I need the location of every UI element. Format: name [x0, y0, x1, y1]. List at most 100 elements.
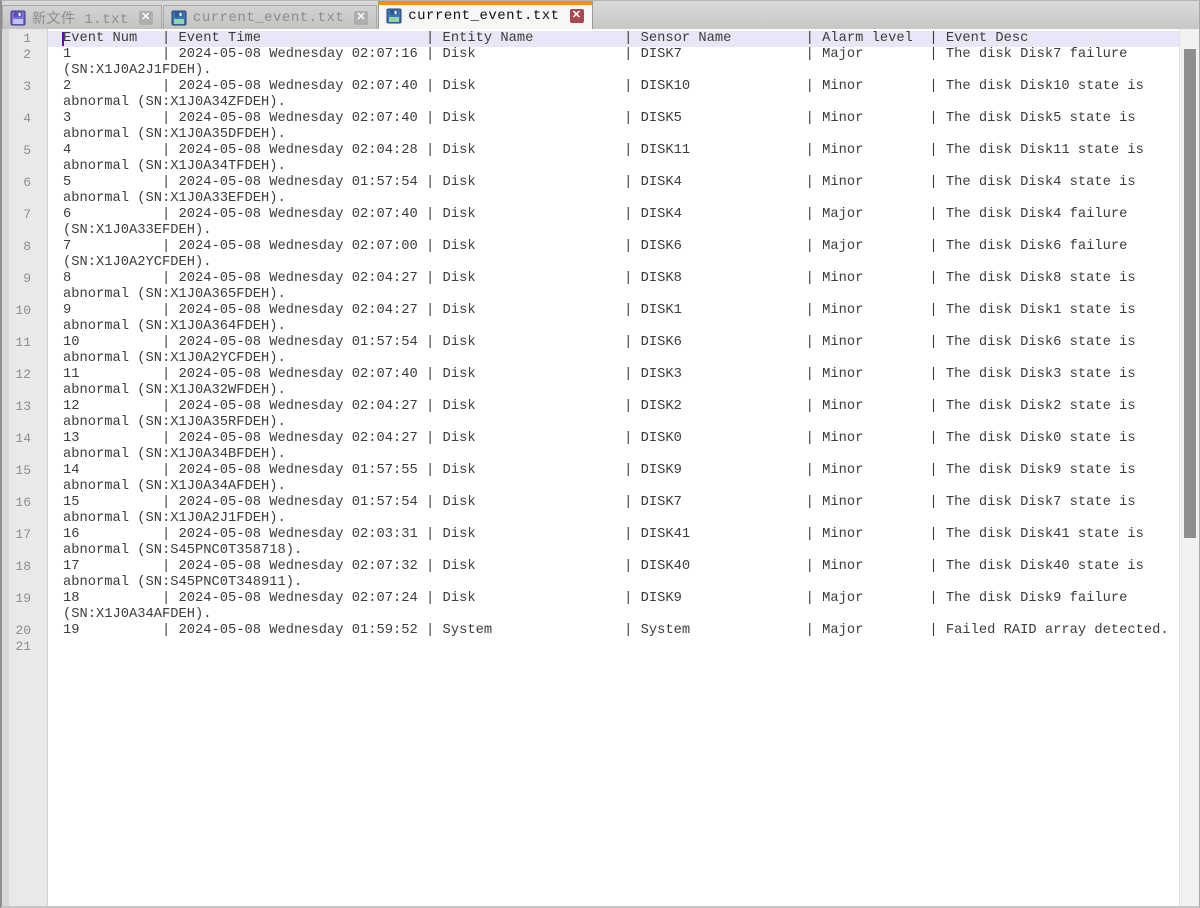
line-number: 3: [2, 79, 48, 111]
floppy-saved-icon: [171, 10, 187, 26]
tab-title: current_event.txt: [408, 8, 559, 24]
line-text: 10 | 2024-05-08 Wednesday 01:57:54 | Dis…: [63, 335, 1177, 367]
editor-lines: 1 Event Num | Event Time | Entity Name | …: [2, 31, 1179, 655]
editor-line[interactable]: 7 6 | 2024-05-08 Wednesday 02:07:40 | Dis…: [2, 207, 1179, 239]
line-text: 6 | 2024-05-08 Wednesday 02:07:40 | Disk…: [63, 207, 1177, 239]
close-icon[interactable]: ✕: [570, 9, 584, 23]
line-text: 1 | 2024-05-08 Wednesday 02:07:16 | Disk…: [63, 47, 1177, 79]
line-number: 2: [2, 47, 48, 79]
editor-line[interactable]: 2 1 | 2024-05-08 Wednesday 02:07:16 | Dis…: [2, 47, 1179, 79]
line-text: 4 | 2024-05-08 Wednesday 02:04:28 | Disk…: [63, 143, 1177, 175]
editor-line[interactable]: 1 Event Num | Event Time | Entity Name | …: [2, 31, 1179, 47]
line-number: 17: [2, 527, 48, 559]
line-text-wrap: 11 | 2024-05-08 Wednesday 02:07:40 | Dis…: [48, 367, 1179, 399]
line-text-wrap: 4 | 2024-05-08 Wednesday 02:04:28 | Disk…: [48, 143, 1179, 175]
editor-line[interactable]: 17 16 | 2024-05-08 Wednesday 02:03:31 | D…: [2, 527, 1179, 559]
line-text: 8 | 2024-05-08 Wednesday 02:04:27 | Disk…: [63, 271, 1177, 303]
line-text: 18 | 2024-05-08 Wednesday 02:07:24 | Dis…: [63, 591, 1177, 623]
line-text: 19 | 2024-05-08 Wednesday 01:59:52 | Sys…: [63, 623, 1177, 639]
line-text: 17 | 2024-05-08 Wednesday 02:07:32 | Dis…: [63, 559, 1177, 591]
editor-line[interactable]: 15 14 | 2024-05-08 Wednesday 01:57:55 | D…: [2, 463, 1179, 495]
line-number: 4: [2, 111, 48, 143]
line-text-wrap: 19 | 2024-05-08 Wednesday 01:59:52 | Sys…: [48, 623, 1179, 639]
line-number: 20: [2, 623, 48, 639]
editor-line[interactable]: 10 9 | 2024-05-08 Wednesday 02:04:27 | Di…: [2, 303, 1179, 335]
line-text: 16 | 2024-05-08 Wednesday 02:03:31 | Dis…: [63, 527, 1177, 559]
tab-title: 新文件 1.txt: [32, 8, 129, 28]
line-text: 15 | 2024-05-08 Wednesday 01:57:54 | Dis…: [63, 495, 1177, 527]
tab-current-event-2-active[interactable]: current_event.txt ✕: [378, 1, 592, 29]
line-text-wrap: [48, 639, 1179, 655]
editor-line[interactable]: 6 5 | 2024-05-08 Wednesday 01:57:54 | Dis…: [2, 175, 1179, 207]
editor-line[interactable]: 11 10 | 2024-05-08 Wednesday 01:57:54 | D…: [2, 335, 1179, 367]
line-number: 14: [2, 431, 48, 463]
editor-line[interactable]: 3 2 | 2024-05-08 Wednesday 02:07:40 | Dis…: [2, 79, 1179, 111]
line-text-wrap: 13 | 2024-05-08 Wednesday 02:04:27 | Dis…: [48, 431, 1179, 463]
line-number: 18: [2, 559, 48, 591]
editor-line[interactable]: 9 8 | 2024-05-08 Wednesday 02:04:27 | Dis…: [2, 271, 1179, 303]
line-text-wrap: 14 | 2024-05-08 Wednesday 01:57:55 | Dis…: [48, 463, 1179, 495]
tab-current-event-1[interactable]: current_event.txt ✕: [163, 5, 377, 29]
line-number: 6: [2, 175, 48, 207]
close-icon[interactable]: ✕: [139, 11, 153, 25]
editor-line[interactable]: 14 13 | 2024-05-08 Wednesday 02:04:27 | D…: [2, 431, 1179, 463]
line-number: 13: [2, 399, 48, 431]
line-text-wrap: 17 | 2024-05-08 Wednesday 02:07:32 | Dis…: [48, 559, 1179, 591]
tab-title: current_event.txt: [193, 10, 344, 26]
editor-window: 新文件 1.txt ✕ current_event.txt ✕ current_…: [0, 0, 1200, 908]
line-number: 1: [2, 31, 48, 47]
line-text: 14 | 2024-05-08 Wednesday 01:57:55 | Dis…: [63, 463, 1177, 495]
line-text-wrap: 15 | 2024-05-08 Wednesday 01:57:54 | Dis…: [48, 495, 1179, 527]
line-number: 21: [2, 639, 48, 655]
floppy-unsaved-icon: [10, 10, 26, 26]
line-text: 7 | 2024-05-08 Wednesday 02:07:00 | Disk…: [63, 239, 1177, 271]
scrollbar-thumb[interactable]: [1184, 49, 1196, 538]
tab-new-file[interactable]: 新文件 1.txt ✕: [2, 5, 162, 29]
line-text: 3 | 2024-05-08 Wednesday 02:07:40 | Disk…: [63, 111, 1177, 143]
line-text-wrap: 12 | 2024-05-08 Wednesday 02:04:27 | Dis…: [48, 399, 1179, 431]
line-text-wrap: 10 | 2024-05-08 Wednesday 01:57:54 | Dis…: [48, 335, 1179, 367]
line-text: Event Num | Event Time | Entity Name | S…: [63, 31, 1177, 47]
line-text-wrap: 16 | 2024-05-08 Wednesday 02:03:31 | Dis…: [48, 527, 1179, 559]
line-text: 11 | 2024-05-08 Wednesday 02:07:40 | Dis…: [63, 367, 1177, 399]
line-number: 9: [2, 271, 48, 303]
line-number: 5: [2, 143, 48, 175]
line-text: 9 | 2024-05-08 Wednesday 02:04:27 | Disk…: [63, 303, 1177, 335]
line-text-wrap: Event Num | Event Time | Entity Name | S…: [48, 31, 1179, 47]
editor-line[interactable]: 13 12 | 2024-05-08 Wednesday 02:04:27 | D…: [2, 399, 1179, 431]
line-text-wrap: 1 | 2024-05-08 Wednesday 02:07:16 | Disk…: [48, 47, 1179, 79]
floppy-saved-icon: [386, 8, 402, 24]
editor-line[interactable]: 19 18 | 2024-05-08 Wednesday 02:07:24 | D…: [2, 591, 1179, 623]
line-number: 16: [2, 495, 48, 527]
tab-bar: 新文件 1.txt ✕ current_event.txt ✕ current_…: [2, 1, 1199, 29]
text-caret: [62, 32, 64, 46]
line-number: 10: [2, 303, 48, 335]
line-text-wrap: 3 | 2024-05-08 Wednesday 02:07:40 | Disk…: [48, 111, 1179, 143]
line-number: 12: [2, 367, 48, 399]
line-text: 2 | 2024-05-08 Wednesday 02:07:40 | Disk…: [63, 79, 1177, 111]
line-text: 13 | 2024-05-08 Wednesday 02:04:27 | Dis…: [63, 431, 1177, 463]
line-text-wrap: 6 | 2024-05-08 Wednesday 02:07:40 | Disk…: [48, 207, 1179, 239]
editor-line[interactable]: 5 4 | 2024-05-08 Wednesday 02:04:28 | Dis…: [2, 143, 1179, 175]
line-text: 12 | 2024-05-08 Wednesday 02:04:27 | Dis…: [63, 399, 1177, 431]
line-text: 5 | 2024-05-08 Wednesday 01:57:54 | Disk…: [63, 175, 1177, 207]
editor-line[interactable]: 12 11 | 2024-05-08 Wednesday 02:07:40 | D…: [2, 367, 1179, 399]
editor-line[interactable]: 20 19 | 2024-05-08 Wednesday 01:59:52 | S…: [2, 623, 1179, 639]
line-number: 8: [2, 239, 48, 271]
editor-pane[interactable]: 1 Event Num | Event Time | Entity Name | …: [2, 29, 1199, 906]
vertical-scrollbar[interactable]: [1179, 29, 1199, 906]
editor-line[interactable]: 8 7 | 2024-05-08 Wednesday 02:07:00 | Dis…: [2, 239, 1179, 271]
line-number: 15: [2, 463, 48, 495]
editor-line[interactable]: 21: [2, 639, 1179, 655]
line-number: 11: [2, 335, 48, 367]
close-icon[interactable]: ✕: [354, 11, 368, 25]
line-text-wrap: 5 | 2024-05-08 Wednesday 01:57:54 | Disk…: [48, 175, 1179, 207]
line-text-wrap: 8 | 2024-05-08 Wednesday 02:04:27 | Disk…: [48, 271, 1179, 303]
line-number: 19: [2, 591, 48, 623]
editor-line[interactable]: 18 17 | 2024-05-08 Wednesday 02:07:32 | D…: [2, 559, 1179, 591]
editor-line[interactable]: 4 3 | 2024-05-08 Wednesday 02:07:40 | Dis…: [2, 111, 1179, 143]
line-text-wrap: 18 | 2024-05-08 Wednesday 02:07:24 | Dis…: [48, 591, 1179, 623]
line-text-wrap: 7 | 2024-05-08 Wednesday 02:07:00 | Disk…: [48, 239, 1179, 271]
editor-line[interactable]: 16 15 | 2024-05-08 Wednesday 01:57:54 | D…: [2, 495, 1179, 527]
line-number: 7: [2, 207, 48, 239]
